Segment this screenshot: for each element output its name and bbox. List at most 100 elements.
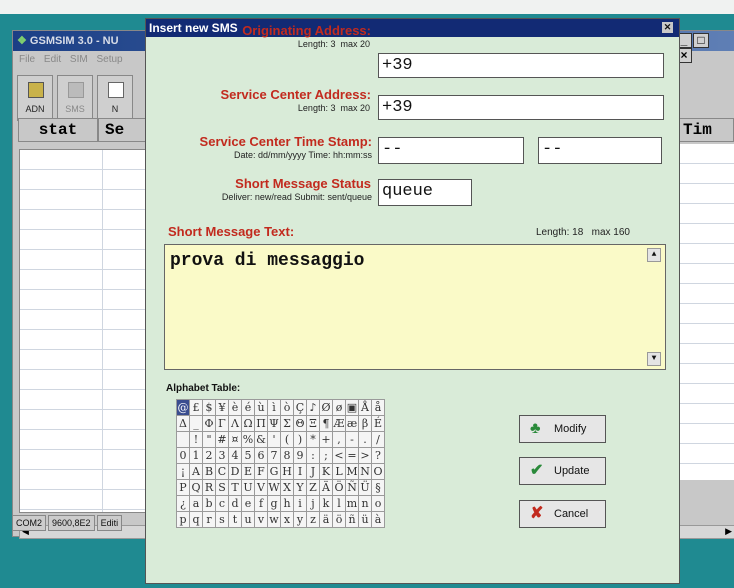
column-header-time[interactable]: Tim: [678, 118, 734, 142]
menu-edit[interactable]: Edit: [44, 54, 61, 65]
alphabet-cell[interactable]: ♪: [306, 399, 320, 416]
alphabet-cell[interactable]: Σ: [280, 415, 294, 432]
scroll-up-icon[interactable]: ▲: [647, 248, 661, 262]
alphabet-cell[interactable]: V: [254, 479, 268, 496]
alphabet-cell[interactable]: 0: [176, 447, 190, 464]
alphabet-cell[interactable]: F: [254, 463, 268, 480]
alphabet-cell[interactable]: ¿: [176, 495, 190, 512]
alphabet-cell[interactable]: 5: [241, 447, 255, 464]
scroll-right-icon[interactable]: ▶: [725, 526, 732, 537]
service-center-input[interactable]: +39: [378, 95, 664, 120]
alphabet-cell[interactable]: :: [306, 447, 320, 464]
alphabet-cell[interactable]: ù: [254, 399, 268, 416]
alphabet-cell[interactable]: a: [189, 495, 203, 512]
alphabet-cell[interactable]: ¥: [215, 399, 229, 416]
alphabet-cell[interactable]: K: [319, 463, 333, 480]
alphabet-cell[interactable]: I: [293, 463, 307, 480]
update-button[interactable]: ✔ Update: [519, 457, 606, 485]
alphabet-cell[interactable]: Ω: [241, 415, 255, 432]
alphabet-cell[interactable]: Ü: [358, 479, 372, 496]
alphabet-cell[interactable]: ¤: [228, 431, 242, 448]
alphabet-cell[interactable]: 7: [267, 447, 281, 464]
alphabet-cell[interactable]: h: [280, 495, 294, 512]
alphabet-cell[interactable]: u: [241, 511, 255, 528]
alphabet-cell[interactable]: 3: [215, 447, 229, 464]
alphabet-cell[interactable]: £: [189, 399, 203, 416]
alphabet-cell[interactable]: l: [332, 495, 346, 512]
alphabet-cell[interactable]: _: [189, 415, 203, 432]
alphabet-cell[interactable]: 2: [202, 447, 216, 464]
alphabet-cell[interactable]: 9: [293, 447, 307, 464]
alphabet-cell[interactable]: ì: [267, 399, 281, 416]
alphabet-cell[interactable]: @: [176, 399, 190, 416]
alphabet-cell[interactable]: Ø: [319, 399, 333, 416]
alphabet-cell[interactable]: c: [215, 495, 229, 512]
alphabet-cell[interactable]: à: [371, 511, 385, 528]
alphabet-cell[interactable]: -: [345, 431, 359, 448]
alphabet-cell[interactable]: C: [215, 463, 229, 480]
alphabet-cell[interactable]: d: [228, 495, 242, 512]
alphabet-cell[interactable]: é: [241, 399, 255, 416]
alphabet-cell[interactable]: w: [267, 511, 281, 528]
alphabet-cell[interactable]: 8: [280, 447, 294, 464]
alphabet-cell[interactable]: g: [267, 495, 281, 512]
alphabet-cell[interactable]: è: [228, 399, 242, 416]
alphabet-cell[interactable]: J: [306, 463, 320, 480]
alphabet-cell[interactable]: Å: [358, 399, 372, 416]
alphabet-cell[interactable]: *: [306, 431, 320, 448]
alphabet-cell[interactable]: Ψ: [267, 415, 281, 432]
timestamp-time-input[interactable]: --: [538, 137, 662, 164]
alphabet-cell[interactable]: æ: [345, 415, 359, 432]
alphabet-cell[interactable]: Λ: [228, 415, 242, 432]
alphabet-cell[interactable]: ': [267, 431, 281, 448]
alphabet-cell[interactable]: z: [306, 511, 320, 528]
alphabet-cell[interactable]: Ñ: [345, 479, 359, 496]
alphabet-cell[interactable]: Π: [254, 415, 268, 432]
alphabet-cell[interactable]: O: [371, 463, 385, 480]
alphabet-cell[interactable]: Δ: [176, 415, 190, 432]
alphabet-cell[interactable]: &: [254, 431, 268, 448]
sms-button[interactable]: SMS: [57, 75, 93, 121]
alphabet-cell[interactable]: ö: [332, 511, 346, 528]
alphabet-cell[interactable]: $: [202, 399, 216, 416]
alphabet-cell[interactable]: =: [345, 447, 359, 464]
alphabet-cell[interactable]: j: [306, 495, 320, 512]
alphabet-cell[interactable]: R: [202, 479, 216, 496]
alphabet-cell[interactable]: N: [358, 463, 372, 480]
horizontal-scrollbar-right[interactable]: ▶: [679, 525, 734, 539]
modify-button[interactable]: ♣ Modify: [519, 415, 606, 443]
alphabet-cell[interactable]: t: [228, 511, 242, 528]
adn-button[interactable]: ADN: [17, 75, 53, 121]
alphabet-cell[interactable]: Φ: [202, 415, 216, 432]
alphabet-cell[interactable]: %: [241, 431, 255, 448]
cancel-button[interactable]: ✘ Cancel: [519, 500, 606, 528]
timestamp-date-input[interactable]: --: [378, 137, 524, 164]
alphabet-cell[interactable]: 6: [254, 447, 268, 464]
alphabet-cell[interactable]: ñ: [345, 511, 359, 528]
alphabet-cell[interactable]: E: [241, 463, 255, 480]
message-textarea[interactable]: prova di messaggio ▲ ▼: [164, 244, 666, 370]
alphabet-cell[interactable]: e: [241, 495, 255, 512]
alphabet-cell[interactable]: <: [332, 447, 346, 464]
message-list-grid[interactable]: [19, 149, 149, 513]
alphabet-cell[interactable]: ): [293, 431, 307, 448]
alphabet-cell[interactable]: /: [371, 431, 385, 448]
alphabet-cell[interactable]: Γ: [215, 415, 229, 432]
alphabet-cell[interactable]: n: [358, 495, 372, 512]
alphabet-cell[interactable]: i: [293, 495, 307, 512]
alphabet-cell[interactable]: v: [254, 511, 268, 528]
alphabet-cell[interactable]: B: [202, 463, 216, 480]
new-button[interactable]: N: [97, 75, 133, 121]
alphabet-cell[interactable]: k: [319, 495, 333, 512]
alphabet-cell[interactable]: b: [202, 495, 216, 512]
alphabet-cell[interactable]: 4: [228, 447, 242, 464]
alphabet-cell[interactable]: Θ: [293, 415, 307, 432]
alphabet-cell[interactable]: Q: [189, 479, 203, 496]
alphabet-cell[interactable]: É: [371, 415, 385, 432]
column-header-se[interactable]: Se: [98, 118, 146, 142]
alphabet-cell[interactable]: p: [176, 511, 190, 528]
alphabet-cell[interactable]: ø: [332, 399, 346, 416]
alphabet-cell[interactable]: Ξ: [306, 415, 320, 432]
alphabet-cell[interactable]: #: [215, 431, 229, 448]
alphabet-cell[interactable]: f: [254, 495, 268, 512]
